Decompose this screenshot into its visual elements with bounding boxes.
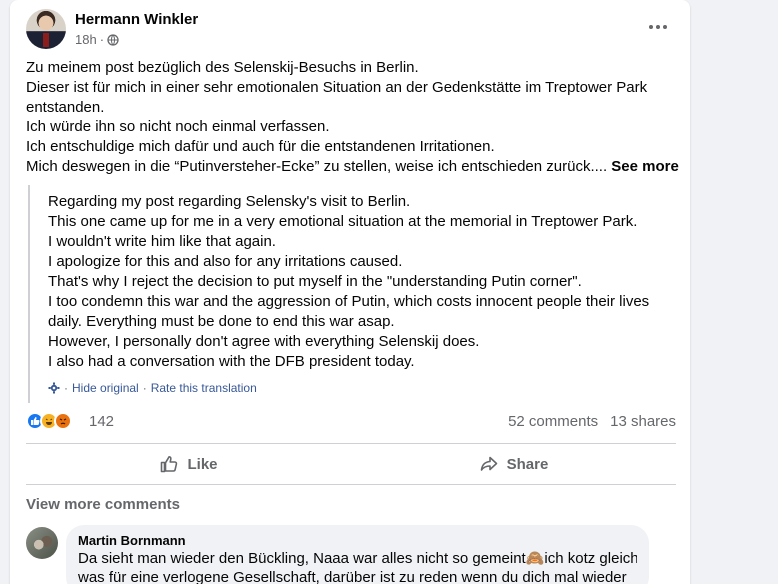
angry-icon	[54, 412, 72, 430]
meta-separator: ·	[99, 32, 105, 47]
gear-icon[interactable]	[48, 382, 60, 394]
translation-line: I also had a conversation with the DFB p…	[48, 353, 415, 370]
globe-icon[interactable]	[107, 33, 119, 46]
dot-icon	[663, 25, 667, 29]
comment-text: Da sieht man wieder den Bückling, Naaa w…	[78, 550, 637, 567]
translation-block: Regarding my post regarding Selensky's v…	[28, 185, 676, 403]
translation-line: I apologize for this and also for any ir…	[48, 253, 403, 270]
reaction-count[interactable]: 142	[89, 413, 114, 430]
engagement-counts: 52 comments 13 shares	[508, 413, 676, 430]
post-line: Ich würde ihn so nicht noch einmal verfa…	[26, 118, 330, 136]
view-more-comments-link[interactable]: View more comments	[26, 496, 180, 513]
post-line: Dieser ist für mich in einer sehr emotio…	[26, 78, 648, 96]
hide-original-link[interactable]: Hide original	[72, 381, 139, 395]
post-line: Mich deswegen in die “Putinversteher-Eck…	[26, 157, 612, 175]
translation-line: This one came up for me in a very emotio…	[48, 213, 638, 230]
see-more-link[interactable]: See more	[611, 158, 679, 175]
translation-line: daily. Everything must be done to end th…	[48, 313, 395, 330]
reaction-icons[interactable]	[26, 412, 72, 430]
commenter-avatar[interactable]	[26, 527, 58, 559]
post-card: Hermann Winkler 18h · Zu meinem post bez…	[10, 0, 690, 584]
comment-bubble: Martin Bornmann Da sieht man wieder den …	[66, 525, 649, 584]
post-actions: Like Share	[26, 445, 676, 483]
share-icon	[480, 456, 497, 471]
post-original-text: Zu meinem post bezüglich des Selenskij-B…	[26, 58, 679, 177]
more-options-button[interactable]	[646, 15, 670, 39]
post-timestamp[interactable]: 18h	[75, 32, 97, 47]
translation-line: I wouldn't write him like that again.	[48, 233, 276, 250]
post-line-last: Mich deswegen in die “Putinversteher-Eck…	[26, 157, 679, 177]
shares-count[interactable]: 13 shares	[610, 413, 676, 430]
translation-line: I too condemn this war and the aggressio…	[48, 293, 650, 310]
comment-text: was für eine verlogene Gesellschaft, dar…	[78, 569, 627, 584]
tools-separator: ·	[142, 381, 147, 395]
post-meta: 18h ·	[75, 32, 119, 47]
dot-icon	[649, 25, 653, 29]
like-button[interactable]: Like	[26, 445, 351, 483]
share-label: Share	[506, 455, 549, 473]
translation-line: That's why I reject the decision to put …	[48, 273, 582, 290]
share-button[interactable]: Share	[351, 445, 676, 483]
post-header: Hermann Winkler 18h ·	[26, 9, 676, 53]
post-line: Ich entschuldige mich dafür und auch für…	[26, 138, 495, 156]
dot-icon	[656, 25, 660, 29]
post-stats: 142 52 comments 13 shares	[26, 410, 676, 434]
tools-separator: ·	[64, 381, 68, 395]
translation-line: However, I personally don't agree with e…	[48, 333, 480, 350]
rate-translation-link[interactable]: Rate this translation	[151, 381, 257, 395]
thumbs-up-icon	[161, 456, 178, 473]
author-avatar[interactable]	[26, 9, 66, 49]
commenter-name[interactable]: Martin Bornmann	[78, 533, 637, 549]
translation-text: Regarding my post regarding Selensky's v…	[48, 192, 673, 372]
divider	[26, 484, 676, 485]
translation-tools: · Hide original · Rate this translation	[48, 381, 257, 395]
comments-count[interactable]: 52 comments	[508, 413, 598, 430]
translation-line: Regarding my post regarding Selensky's v…	[48, 193, 411, 210]
divider	[26, 443, 676, 444]
post-line: entstanden.	[26, 98, 105, 116]
post-line: Zu meinem post bezüglich des Selenskij-B…	[26, 59, 419, 76]
author-name[interactable]: Hermann Winkler	[75, 11, 198, 28]
like-label: Like	[187, 455, 218, 473]
